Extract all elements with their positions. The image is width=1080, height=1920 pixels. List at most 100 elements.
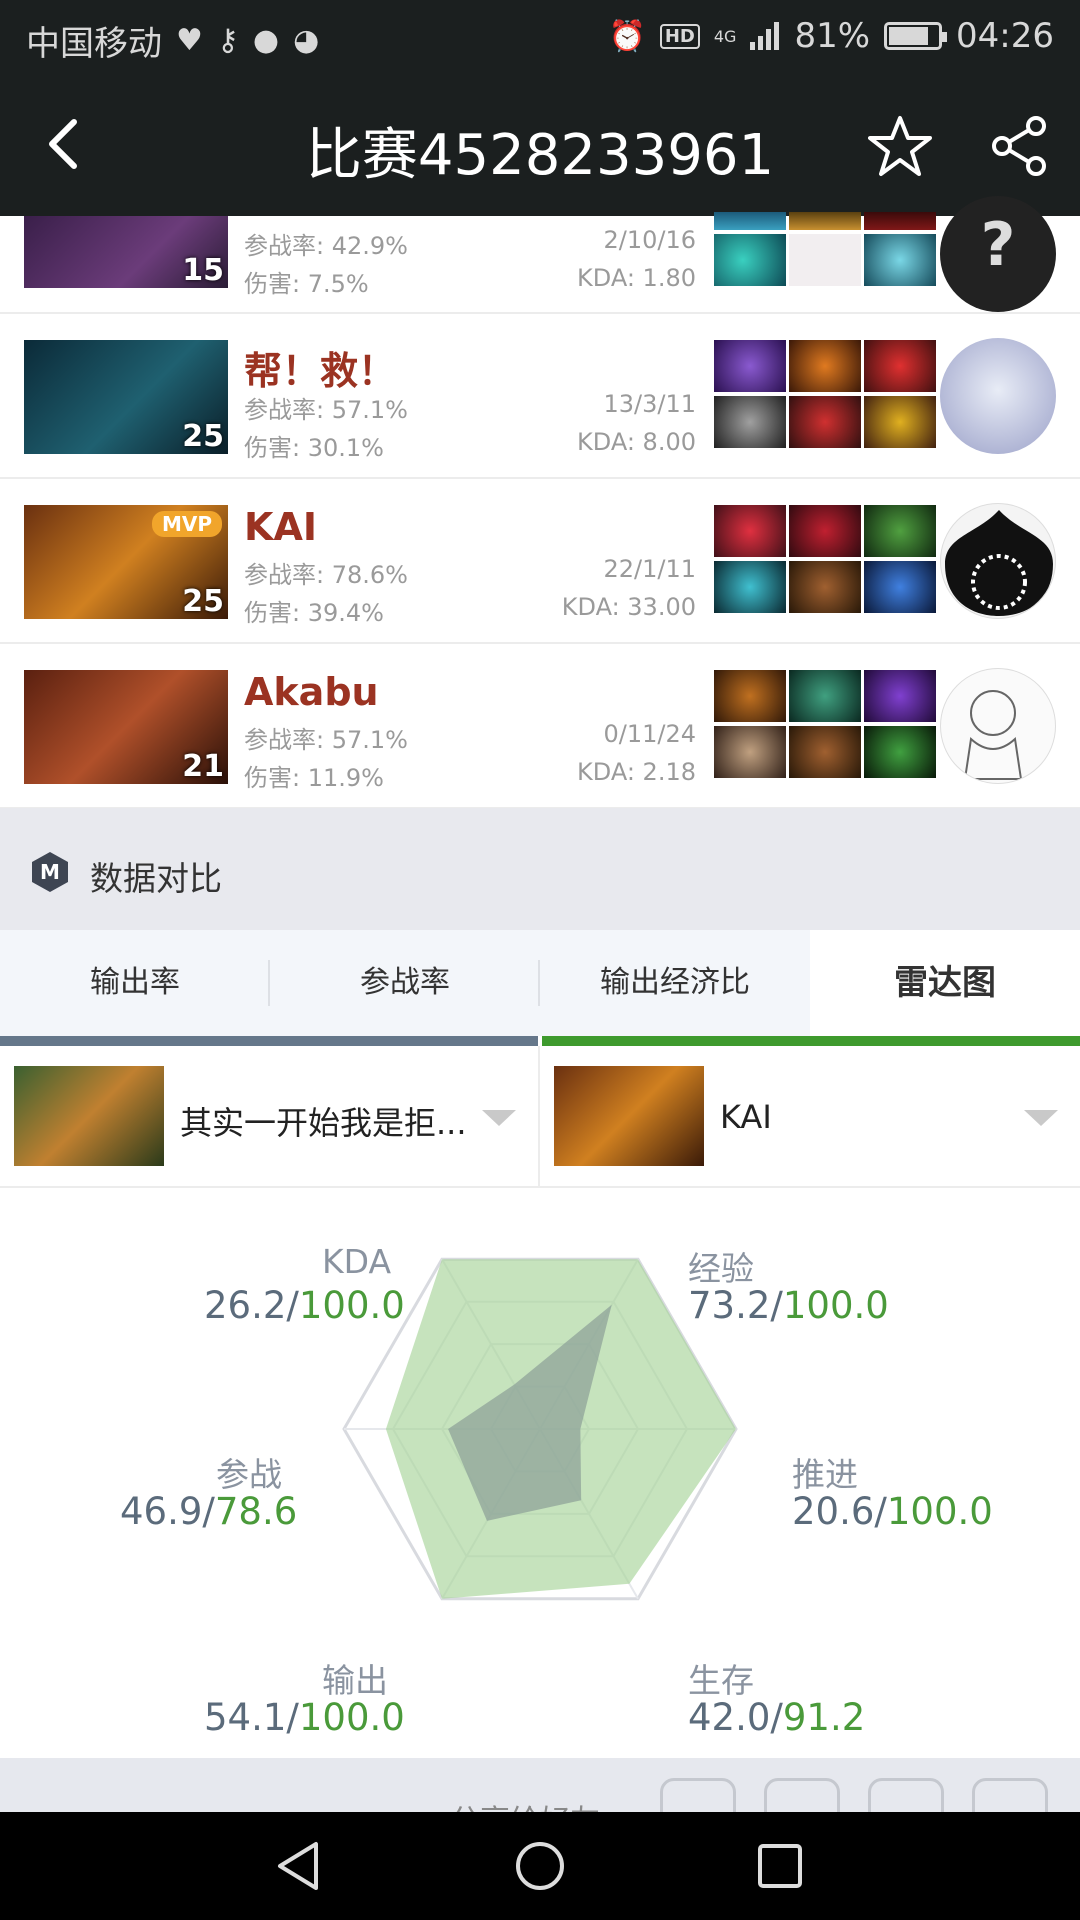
question-mark-icon: ? <box>980 210 1016 280</box>
nav-recents-icon[interactable] <box>750 1836 810 1896</box>
avatar-sketch <box>963 690 1023 780</box>
item-grid <box>714 505 936 613</box>
player-row[interactable]: 21 Akabu 参战率: 57.1% 伤害: 11.9% 0/11/24 KD… <box>0 644 1080 809</box>
left-value: 20.6/ <box>792 1490 887 1533</box>
item-icon <box>864 396 936 448</box>
share-qq-button[interactable] <box>868 1778 944 1812</box>
item-grid <box>714 340 936 448</box>
chevron-down-icon[interactable] <box>482 1110 516 1126</box>
status-right: ⏰ HD 4G 81% 04:26 <box>608 16 1054 56</box>
player-row[interactable]: MVP 25 KAI 参战率: 78.6% 伤害: 39.4% 22/1/11 … <box>0 479 1080 644</box>
favorite-star-icon[interactable] <box>868 114 932 178</box>
item-icon <box>864 505 936 557</box>
item-icon <box>864 340 936 392</box>
right-player-name: KAI <box>720 1098 772 1136</box>
kda-raw: 2/10/16 <box>603 226 696 254</box>
mvp-badge: MVP <box>151 511 222 537</box>
share-icon[interactable] <box>990 114 1050 178</box>
left-value: 26.2/ <box>204 1284 299 1327</box>
radar-axis-label-exp: 经验 <box>688 1249 754 1288</box>
radar-value-survive: 42.0/91.2 <box>688 1696 865 1739</box>
item-icon <box>864 670 936 722</box>
player-name: KAI <box>244 505 317 549</box>
left-player-selector[interactable]: 其实一开始我是拒... <box>0 1046 538 1188</box>
kda-raw: 13/3/11 <box>603 390 696 418</box>
hero-portrait: 25 <box>24 340 228 454</box>
radar-value-exp: 73.2/100.0 <box>688 1284 889 1327</box>
section-logo-icon: M <box>32 852 68 892</box>
share-favorite-button[interactable] <box>972 1778 1048 1812</box>
kda-value: KDA: 2.18 <box>577 758 696 786</box>
player-avatar <box>940 338 1056 454</box>
title-bar: 比赛4528233961 <box>0 74 1080 216</box>
player-avatar <box>940 668 1056 784</box>
tab-label: 输出经济比 <box>600 965 750 1000</box>
player-avatar <box>940 503 1056 619</box>
item-icon <box>714 726 786 778</box>
item-icon <box>789 340 861 392</box>
hd-icon: HD <box>659 23 700 49</box>
alarm-icon: ⏰ <box>608 18 646 54</box>
share-moments-button[interactable] <box>764 1778 840 1812</box>
item-icon <box>789 670 861 722</box>
item-icon <box>789 505 861 557</box>
tab-output-rate[interactable]: 输出率 <box>0 930 270 1036</box>
kda-value: KDA: 33.00 <box>561 593 696 621</box>
participation-rate: 参战率: 42.9% <box>244 232 408 260</box>
item-icon <box>714 234 786 286</box>
status-bar: 中国移动 ♥ ⚷ ● ◕ ⏰ HD 4G 81% 04:26 <box>0 0 1080 74</box>
item-icon <box>789 561 861 613</box>
item-icon <box>864 234 936 286</box>
hero-level: 21 <box>182 749 224 784</box>
right-hero-thumb <box>554 1066 704 1166</box>
share-wechat-button[interactable] <box>660 1778 736 1812</box>
player-row[interactable]: 25 帮！救！ 参战率: 57.1% 伤害: 30.1% 13/3/11 KDA… <box>0 314 1080 479</box>
item-icon <box>789 212 861 230</box>
radar-chart <box>342 1257 738 1601</box>
player-row[interactable]: 15 参战率: 42.9% 伤害: 7.5% 2/10/16 KDA: 1.80… <box>0 196 1080 314</box>
item-icon <box>714 212 786 230</box>
item-icon <box>789 726 861 778</box>
damage-rate: 伤害: 11.9% <box>244 764 384 792</box>
kda-raw: 0/11/24 <box>603 720 696 748</box>
kda-value: KDA: 1.80 <box>577 264 696 292</box>
section-header: M 数据对比 <box>0 808 1080 930</box>
clock: 04:26 <box>956 16 1054 56</box>
unknown-avatar: ? <box>940 196 1056 312</box>
left-value: 54.1/ <box>204 1696 299 1739</box>
compare-tabs: 输出率 参战率 输出经济比 雷达图 <box>0 930 1080 1036</box>
tab-output-economy[interactable]: 输出经济比 <box>540 930 810 1036</box>
hero-level: 15 <box>182 253 224 288</box>
hero-portrait: 21 <box>24 670 228 784</box>
nav-home-icon[interactable] <box>510 1836 570 1896</box>
avatar-graphic <box>945 510 1053 616</box>
item-icon <box>714 670 786 722</box>
key-icon: ⚷ <box>216 23 239 58</box>
tab-label: 输出率 <box>90 965 180 1000</box>
left-value: 46.9/ <box>120 1490 215 1533</box>
system-nav-bar <box>0 1812 1080 1920</box>
item-icon <box>714 561 786 613</box>
chevron-down-icon[interactable] <box>1024 1110 1058 1126</box>
tab-participation-rate[interactable]: 参战率 <box>270 930 540 1036</box>
item-icon <box>714 340 786 392</box>
radar-axis-label-push: 推进 <box>792 1455 858 1494</box>
item-icon <box>864 561 936 613</box>
participation-rate: 参战率: 78.6% <box>244 561 408 589</box>
status-left: 中国移动 ♥ ⚷ ● ◕ <box>26 16 319 65</box>
left-hero-thumb <box>14 1066 164 1166</box>
message-icon: ● <box>252 23 280 58</box>
player-name: 帮！救！ <box>244 349 397 393</box>
right-player-selector[interactable]: KAI <box>540 1046 1080 1188</box>
radar-value-damage: 54.1/100.0 <box>204 1696 405 1739</box>
battery-icon <box>884 22 948 50</box>
radar-axis-label-survive: 生存 <box>688 1661 754 1700</box>
item-grid <box>714 212 936 286</box>
nav-back-icon[interactable] <box>270 1836 330 1896</box>
section-title: 数据对比 <box>90 859 222 898</box>
player-name: Akabu <box>244 670 379 714</box>
tab-radar[interactable]: 雷达图 <box>810 930 1080 1036</box>
left-player-name: 其实一开始我是拒... <box>180 1104 467 1142</box>
radar-chart-area: KDA 26.2/100.0 经验 73.2/100.0 推进 20.6/100… <box>0 1188 1080 1758</box>
empty-item-slot <box>789 234 861 286</box>
